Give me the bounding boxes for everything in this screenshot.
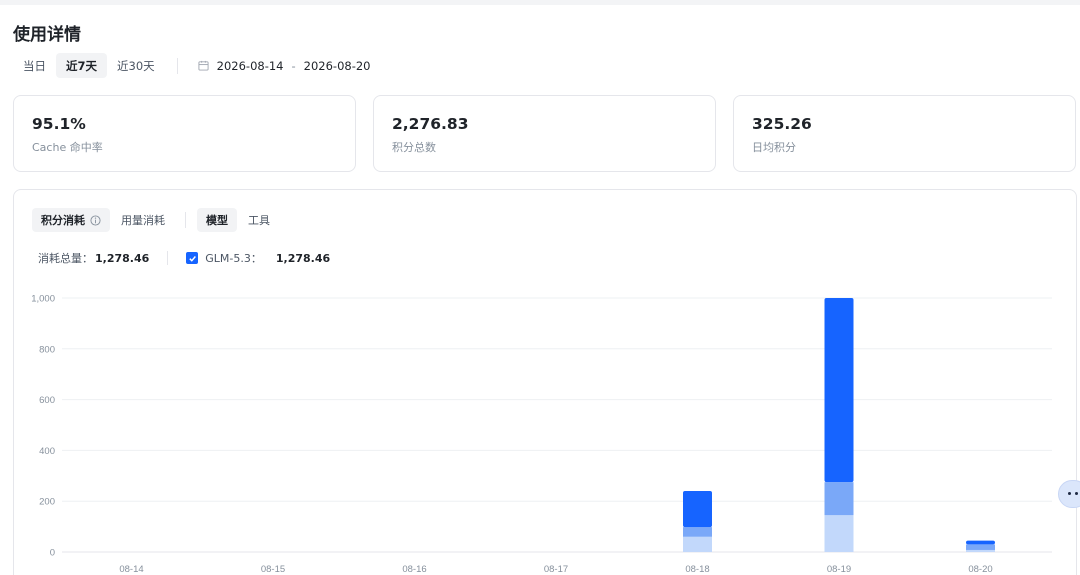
y-tick-label: 200 <box>39 497 55 508</box>
bubble-dot <box>1075 492 1078 495</box>
bar-segment[interactable] <box>824 515 854 552</box>
bar-segment[interactable] <box>683 491 712 528</box>
x-tick-label: 08-16 <box>402 564 426 575</box>
x-tick-label: 08-17 <box>544 564 568 575</box>
x-tick-label: 08-15 <box>261 564 285 575</box>
y-tick-label: 600 <box>39 395 55 406</box>
bar-segment[interactable] <box>683 536 712 552</box>
x-tick-label: 08-20 <box>968 564 992 575</box>
stacked-bar-chart: 0 200 400 600 800 1,000 08-14 08-15 08-16 08-17 08… <box>31 294 1052 575</box>
bar-segment[interactable] <box>966 544 995 550</box>
x-tick-label: 08-14 <box>119 564 143 575</box>
bubble-dot <box>1068 492 1071 495</box>
y-tick-label: 800 <box>39 344 55 355</box>
y-tick-label: 1,000 <box>31 294 55 305</box>
x-tick-label: 08-19 <box>827 564 851 575</box>
y-tick-label: 0 <box>50 548 55 559</box>
bar-segment[interactable] <box>966 549 995 552</box>
bar-segment[interactable] <box>966 540 995 545</box>
y-tick-label: 400 <box>39 446 55 457</box>
assistant-bubble-icon[interactable] <box>1058 480 1080 508</box>
bar-segment[interactable] <box>824 482 854 516</box>
bar-segment[interactable] <box>824 298 854 483</box>
bar-segment[interactable] <box>683 527 712 537</box>
x-tick-label: 08-18 <box>685 564 709 575</box>
